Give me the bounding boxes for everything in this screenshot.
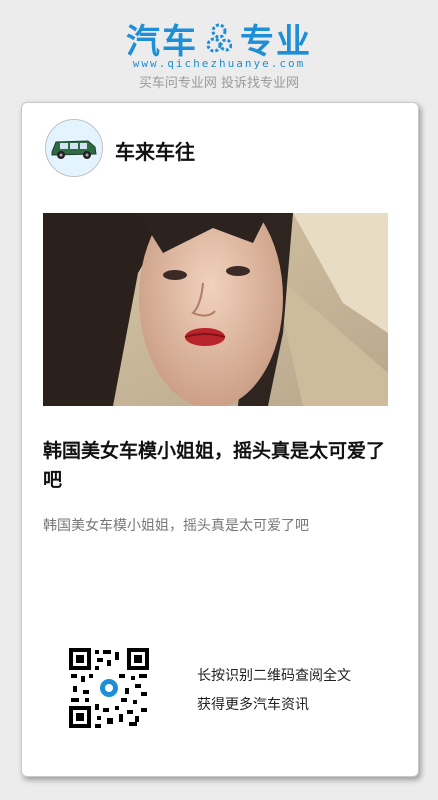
site-url[interactable]: www.qichezhuanye.com: [0, 57, 438, 70]
qr-code-icon: [69, 648, 149, 728]
avatar[interactable]: [45, 119, 103, 177]
article-card[interactable]: 车来车往 韩国美女车模小姐姐，摇头真是太可爱了吧 韩国美女车模小姐姐，摇头真是太…: [21, 102, 419, 777]
site-logo[interactable]: 汽车 专业: [0, 18, 438, 62]
car-icon: [46, 120, 102, 176]
author-name[interactable]: 车来车往: [115, 136, 195, 165]
article-image[interactable]: [43, 213, 388, 406]
article-photo: [43, 213, 388, 406]
qr-instruction: 长按识别二维码查阅全文: [197, 668, 351, 684]
site-slogan: 买车问专业网 投诉找专业网: [138, 76, 300, 91]
article-summary: 韩国美女车模小姐姐，摇头真是太可爱了吧: [43, 518, 309, 534]
logo-text-right: 专业: [240, 21, 312, 62]
article-title[interactable]: 韩国美女车模小姐姐，摇头真是太可爱了吧: [43, 437, 393, 495]
site-header: 汽车 专业 www.qichezhuanye.com 买车问专业网 投诉找专业网: [0, 0, 438, 100]
logo-text-left: 汽车: [126, 21, 198, 62]
qr-promo: 获得更多汽车资讯: [197, 697, 309, 713]
qr-code[interactable]: [69, 648, 149, 728]
gear-icon: [206, 23, 232, 53]
